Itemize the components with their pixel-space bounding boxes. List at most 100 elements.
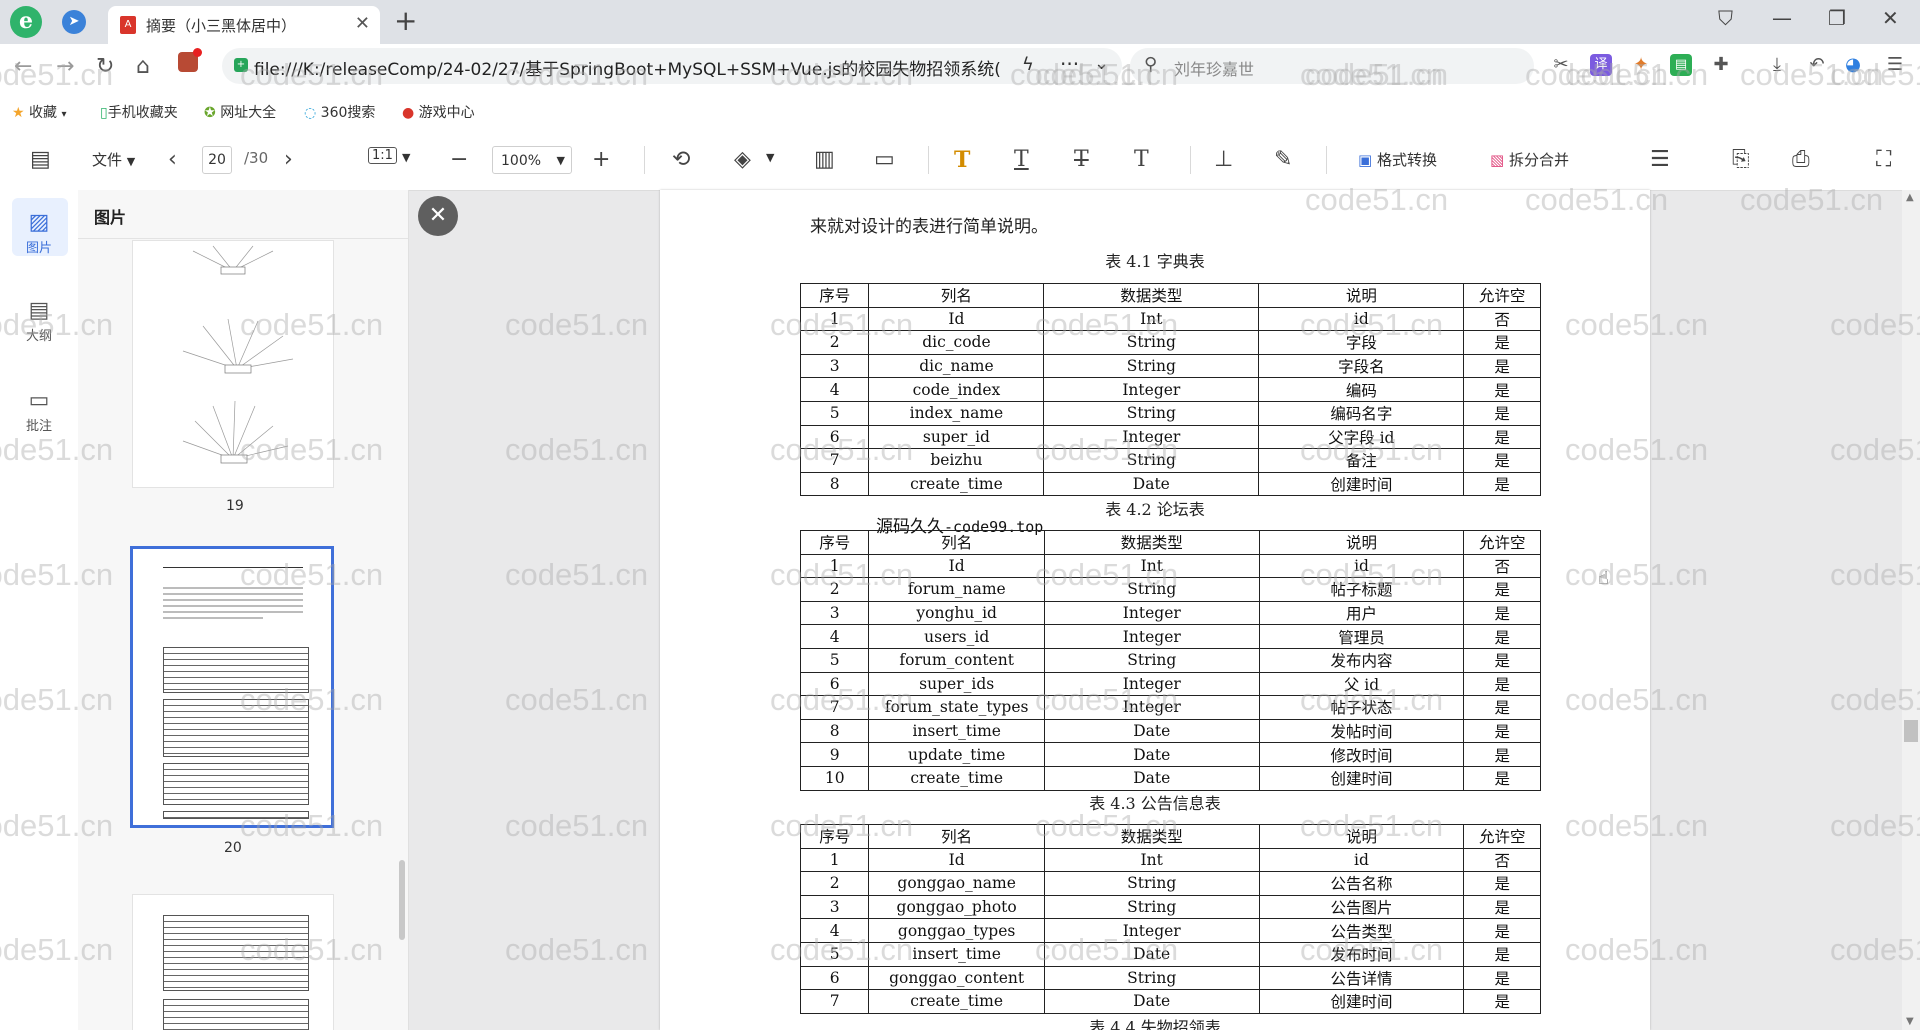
undo-icon[interactable]: ↶ xyxy=(1806,54,1828,76)
book-icon[interactable]: ▤ xyxy=(1670,54,1692,76)
watermark-text: code51.cn xyxy=(505,432,649,467)
comment-icon[interactable]: ▭ xyxy=(874,147,895,173)
toolbar-divider xyxy=(928,146,929,174)
fill-color-icon[interactable]: ◈ xyxy=(734,147,751,173)
bookmark-sites[interactable]: ✪ 网址大全 xyxy=(204,102,276,122)
actual-size-icon[interactable]: 1:1 xyxy=(368,147,397,164)
search-text-icon[interactable]: ☰ xyxy=(1650,147,1670,173)
table-cell: 3 xyxy=(799,894,870,920)
bookmark-mobile[interactable]: ▯手机收藏夹 xyxy=(100,102,178,122)
bookmark-360[interactable]: ◌ 360搜索 xyxy=(304,102,375,122)
close-panel-icon[interactable]: ✕ xyxy=(418,196,458,236)
next-page-icon[interactable]: › xyxy=(284,147,293,173)
thumb-text-line xyxy=(163,605,303,607)
reload-icon[interactable]: ↻ xyxy=(96,54,114,79)
rail-images[interactable]: ▨ 图片 xyxy=(10,210,68,256)
game-icon[interactable]: ✦ xyxy=(1630,54,1652,76)
split-merge-button[interactable]: ▧ 拆分合并 xyxy=(1490,149,1569,170)
table-cell: 4 xyxy=(799,624,870,649)
lightning-icon[interactable]: ϟ xyxy=(1022,54,1034,75)
column-header: 数据类型 xyxy=(1043,530,1260,555)
signature-icon[interactable]: ✎ xyxy=(1274,147,1292,173)
comment-icon: ▭ xyxy=(28,388,50,413)
format-convert-button[interactable]: ▣ 格式转换 xyxy=(1358,149,1437,170)
page-thumbnail-19[interactable] xyxy=(132,240,334,488)
rotate-icon[interactable]: ⟲ xyxy=(672,147,690,173)
save-icon[interactable]: ⎘ xyxy=(1732,147,1750,173)
send-icon[interactable]: ➤ xyxy=(62,10,86,34)
table-cell: String xyxy=(1043,577,1260,602)
intro-text: 来就对设计的表进行简单说明。 xyxy=(810,217,1048,237)
rail-comments[interactable]: ▭ 批注 xyxy=(10,388,68,434)
table-cell: 公告类型 xyxy=(1258,918,1465,943)
forward-icon[interactable]: → xyxy=(56,54,74,79)
search-input[interactable]: 刘年珍嘉世 xyxy=(1174,56,1254,80)
table-cell: 1 xyxy=(799,847,870,873)
file-menu[interactable]: 文件 ▼ xyxy=(92,149,135,170)
sidebar-scrollbar[interactable] xyxy=(399,860,405,940)
tab-active[interactable]: A 摘要（小三黑体居中） ✕ xyxy=(108,6,380,44)
table-row: 4 code_index Integer 编码是 xyxy=(799,377,1541,402)
table-cell: 是 xyxy=(1463,577,1541,602)
strikethrough-text-icon[interactable]: T xyxy=(1074,147,1089,173)
chevron-down-icon[interactable]: ▼ xyxy=(402,151,410,164)
rail-outline[interactable]: ▤ 大纲 xyxy=(10,298,68,344)
browser-logo-icon[interactable]: e xyxy=(10,6,42,38)
translate-icon[interactable]: 译 xyxy=(1590,54,1612,76)
search-box[interactable]: ⚲ 刘年珍嘉世 xyxy=(1130,48,1534,84)
minimize-icon[interactable]: — xyxy=(1772,6,1792,30)
page-thumbnail-21[interactable] xyxy=(132,894,334,1030)
shirt-icon[interactable]: ⛉ xyxy=(1718,6,1733,30)
more-icon[interactable]: ··· xyxy=(1060,52,1079,76)
game-center-icon: ● xyxy=(402,105,415,121)
page-thumbnail-20[interactable] xyxy=(130,546,334,828)
page-scrollbar[interactable]: ▲ ▼ xyxy=(1902,190,1920,1030)
scroll-down-icon[interactable]: ▼ xyxy=(1906,1016,1914,1027)
page-number-input[interactable]: 20 xyxy=(202,146,232,174)
diagram-thumbnail xyxy=(182,245,294,464)
menu-icon[interactable]: ☰ xyxy=(1884,54,1906,76)
table-row: 2 gonggao_name String 公告名称是 xyxy=(799,871,1541,896)
url-text[interactable]: file:///K:/releaseComp/24-02/27/基于Spring… xyxy=(254,55,1012,80)
fullscreen-icon[interactable]: ⛶ xyxy=(1876,147,1891,173)
table-cell: 是 xyxy=(1463,377,1541,402)
highlight-text-icon[interactable]: T xyxy=(954,147,970,173)
puzzle-icon[interactable]: ✚ xyxy=(1710,54,1732,76)
page-note-icon[interactable]: ▥ xyxy=(814,147,835,173)
print-icon[interactable]: ⎙ xyxy=(1792,147,1810,173)
stamp-icon[interactable]: ⊥ xyxy=(1214,147,1233,173)
new-tab-icon[interactable]: + xyxy=(394,4,417,37)
table-cell: Id xyxy=(868,847,1045,873)
scissors-icon[interactable]: ✂ xyxy=(1550,54,1572,76)
restore-icon[interactable]: ❐ xyxy=(1828,6,1846,30)
table-cell: id xyxy=(1258,553,1465,579)
table-cell: 用户 xyxy=(1258,600,1465,626)
underline-text-icon[interactable]: T xyxy=(1014,147,1029,173)
table-cell: 3 xyxy=(799,353,870,379)
chevron-down-icon[interactable]: ▼ xyxy=(766,151,774,164)
bookmark-games[interactable]: ● 游戏中心 xyxy=(402,102,475,122)
table-cell: 是 xyxy=(1463,718,1541,744)
zoom-in-icon[interactable]: + xyxy=(592,147,610,173)
data-table: 序号 列名 数据类型 说明 允许空 1 Id Int id 否 2 gonggao_name Strin… xyxy=(799,824,1541,1014)
sidebar-toggle-icon[interactable]: ▤ xyxy=(30,147,51,173)
chevron-down-icon[interactable]: ⌄ xyxy=(1094,53,1109,74)
home-icon[interactable]: ⌂ xyxy=(136,54,150,79)
tab-close-icon[interactable]: ✕ xyxy=(355,13,370,34)
scroll-up-icon[interactable]: ▲ xyxy=(1906,192,1914,203)
table-row: 3 dic_name String 字段名是 xyxy=(799,353,1541,379)
back-icon[interactable]: ← xyxy=(14,54,32,79)
zoom-out-icon[interactable]: − xyxy=(450,147,468,173)
insert-text-icon[interactable]: T xyxy=(1134,147,1149,173)
bookmark-favorites[interactable]: ★ 收藏 ▾ xyxy=(12,102,67,122)
zoom-select[interactable]: 100% ▼ xyxy=(492,146,572,174)
table-cell: 1 xyxy=(799,306,870,332)
prev-page-icon[interactable]: ‹ xyxy=(168,147,177,173)
close-window-icon[interactable]: ✕ xyxy=(1882,6,1899,30)
table-cell: String xyxy=(1043,400,1260,426)
address-bar[interactable]: + file:///K:/releaseComp/24-02/27/基于Spri… xyxy=(222,48,1122,84)
browser-brand-icon[interactable]: ◕ xyxy=(1842,54,1864,76)
table-cell: 是 xyxy=(1463,600,1541,626)
scrollbar-thumb[interactable] xyxy=(1904,720,1918,742)
download-icon[interactable]: ⤓ xyxy=(1766,54,1788,76)
